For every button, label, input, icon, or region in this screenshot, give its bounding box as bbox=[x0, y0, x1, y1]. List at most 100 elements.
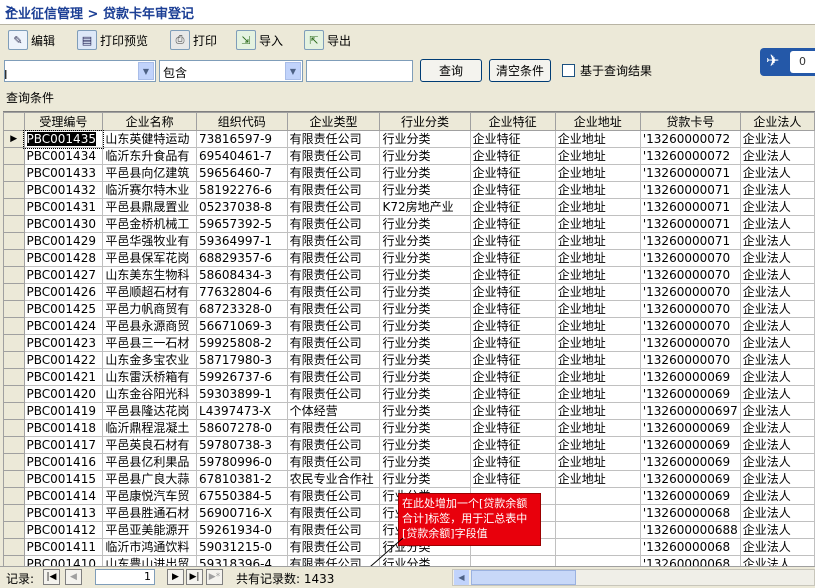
row-selector[interactable] bbox=[3, 249, 25, 267]
last-record-button[interactable]: ▶| bbox=[186, 569, 203, 585]
table-cell[interactable]: 有限责任公司 bbox=[286, 181, 381, 199]
table-cell[interactable]: 平邑县隆达花岗 bbox=[102, 402, 198, 420]
column-header[interactable]: 组织代码 bbox=[196, 112, 288, 131]
table-cell[interactable]: 山东美东生物科 bbox=[102, 266, 198, 284]
table-cell[interactable]: '13260000069 bbox=[639, 453, 741, 471]
table-cell[interactable]: 企业地址 bbox=[554, 385, 641, 403]
table-cell[interactable] bbox=[554, 538, 641, 556]
table-cell[interactable]: PBC001435 bbox=[23, 129, 104, 149]
table-cell[interactable]: 企业特征 bbox=[469, 249, 556, 267]
table-cell[interactable]: 企业地址 bbox=[554, 283, 641, 301]
table-row[interactable]: PBC001419 平邑县隆达花岗 L4397473-X 个体经营 行业分类 企业特征 企业… bbox=[3, 402, 815, 420]
export-button[interactable]: ⇱ 导出 bbox=[304, 28, 351, 52]
table-cell[interactable]: 有限责任公司 bbox=[286, 368, 381, 386]
edit-button[interactable]: ✎ 编辑 bbox=[8, 28, 55, 52]
table-cell[interactable]: 企业地址 bbox=[554, 300, 641, 318]
table-cell[interactable]: 平邑金桥机械工 bbox=[102, 215, 198, 233]
table-cell[interactable]: 平邑县保军花岗 bbox=[102, 249, 198, 267]
row-selector[interactable]: ▶ bbox=[3, 130, 25, 148]
table-row[interactable]: PBC001427 山东美东生物科 58608434-3 有限责任公司 行业分类 企业特征… bbox=[3, 266, 815, 284]
table-cell[interactable]: 企业地址 bbox=[554, 249, 641, 267]
table-row[interactable]: PBC001428 平邑县保军花岗 68829357-6 有限责任公司 行业分类 企业特征… bbox=[3, 249, 815, 267]
operator-select[interactable]: 包含 ▼ bbox=[159, 60, 303, 82]
table-cell[interactable]: 有限责任公司 bbox=[286, 215, 381, 233]
table-cell[interactable]: PBC001419 bbox=[23, 402, 104, 420]
table-cell[interactable]: '132600000688 bbox=[639, 521, 741, 539]
table-cell[interactable]: 行业分类 bbox=[379, 283, 471, 301]
table-cell[interactable]: 临沂鼎程混凝土 bbox=[102, 419, 198, 437]
table-cell[interactable]: 67550384-5 bbox=[196, 487, 288, 505]
table-row[interactable]: PBC001431 平邑县鼎晟置业 05237038-8 有限责任公司 K72房地产业企… bbox=[3, 198, 815, 216]
table-cell[interactable]: PBC001427 bbox=[23, 266, 104, 284]
table-cell[interactable]: 行业分类 bbox=[379, 351, 471, 369]
table-cell[interactable]: 58192276-6 bbox=[196, 181, 288, 199]
table-cell[interactable]: PBC001412 bbox=[23, 521, 104, 539]
table-cell[interactable]: 有限责任公司 bbox=[286, 232, 381, 250]
scrollbar-thumb[interactable] bbox=[471, 570, 576, 585]
table-cell[interactable]: 平邑亚美能源开 bbox=[102, 521, 198, 539]
table-cell[interactable]: 有限责任公司 bbox=[286, 266, 381, 284]
row-selector[interactable] bbox=[3, 402, 25, 420]
table-cell[interactable]: 企业地址 bbox=[554, 130, 641, 148]
table-cell[interactable]: 有限责任公司 bbox=[286, 436, 381, 454]
table-cell[interactable]: '13260000072 bbox=[639, 147, 741, 165]
table-cell[interactable]: '13260000071 bbox=[639, 181, 741, 199]
table-cell[interactable]: PBC001434 bbox=[23, 147, 104, 165]
table-cell[interactable]: 平邑顺超石材有 bbox=[102, 283, 198, 301]
table-cell[interactable]: 有限责任公司 bbox=[286, 487, 381, 505]
row-selector[interactable] bbox=[3, 283, 25, 301]
table-cell[interactable]: 企业地址 bbox=[554, 317, 641, 335]
table-cell[interactable]: 行业分类 bbox=[379, 419, 471, 437]
table-cell[interactable]: PBC001425 bbox=[23, 300, 104, 318]
table-cell[interactable]: PBC001421 bbox=[23, 368, 104, 386]
table-cell[interactable]: PBC001428 bbox=[23, 249, 104, 267]
table-cell[interactable]: '13260000070 bbox=[639, 334, 741, 352]
table-cell[interactable]: PBC001431 bbox=[23, 198, 104, 216]
table-cell[interactable]: 59303899-1 bbox=[196, 385, 288, 403]
table-cell[interactable]: 企业地址 bbox=[554, 453, 641, 471]
table-cell[interactable]: 行业分类 bbox=[379, 164, 471, 182]
table-cell[interactable]: 临沂赛尔特木业 bbox=[102, 181, 198, 199]
table-cell[interactable]: '13260000069 bbox=[639, 385, 741, 403]
table-cell[interactable]: 59926737-6 bbox=[196, 368, 288, 386]
table-cell[interactable]: 行业分类 bbox=[379, 300, 471, 318]
column-header[interactable]: 贷款卡号 bbox=[639, 112, 741, 131]
table-cell[interactable]: 59364997-1 bbox=[196, 232, 288, 250]
chevron-down-icon[interactable]: ▼ bbox=[138, 62, 154, 80]
table-cell[interactable]: 行业分类 bbox=[379, 334, 471, 352]
table-cell[interactable]: 企业地址 bbox=[554, 147, 641, 165]
row-selector[interactable] bbox=[3, 538, 25, 556]
table-cell[interactable]: PBC001417 bbox=[23, 436, 104, 454]
table-cell[interactable]: 企业地址 bbox=[554, 436, 641, 454]
table-cell[interactable]: 平邑县向亿建筑 bbox=[102, 164, 198, 182]
table-cell[interactable]: 山东英健特运动 bbox=[102, 130, 198, 148]
first-record-button[interactable]: |◀ bbox=[43, 569, 60, 585]
table-cell[interactable]: 行业分类 bbox=[379, 215, 471, 233]
row-selector[interactable] bbox=[3, 385, 25, 403]
column-header[interactable]: 企业类型 bbox=[286, 112, 381, 131]
table-row[interactable]: PBC001430 平邑金桥机械工 59657392-5 有限责任公司 行业分类 企业特征… bbox=[3, 215, 815, 233]
table-cell[interactable]: 有限责任公司 bbox=[286, 147, 381, 165]
table-cell[interactable]: 平邑县亿利果品 bbox=[102, 453, 198, 471]
table-cell[interactable]: 企业法人 bbox=[739, 283, 815, 301]
table-cell[interactable]: 企业地址 bbox=[554, 351, 641, 369]
table-cell[interactable]: L4397473-X bbox=[196, 402, 288, 420]
table-cell[interactable]: 行业分类 bbox=[379, 385, 471, 403]
table-cell[interactable]: '13260000070 bbox=[639, 300, 741, 318]
table-cell[interactable]: PBC001416 bbox=[23, 453, 104, 471]
table-cell[interactable]: '13260000071 bbox=[639, 232, 741, 250]
table-cell[interactable]: 企业法人 bbox=[739, 538, 815, 556]
table-cell[interactable]: 行业分类 bbox=[379, 453, 471, 471]
table-cell[interactable]: 企业法人 bbox=[739, 504, 815, 522]
table-cell[interactable]: 有限责任公司 bbox=[286, 385, 381, 403]
table-cell[interactable]: 企业法人 bbox=[739, 402, 815, 420]
chevron-down-icon[interactable]: ▼ bbox=[285, 62, 301, 80]
table-row[interactable]: PBC001418 临沂鼎程混凝土 58607278-0 有限责任公司 行业分类 企业特征… bbox=[3, 419, 815, 437]
table-cell[interactable]: 59925808-2 bbox=[196, 334, 288, 352]
table-cell[interactable]: '13260000069 bbox=[639, 368, 741, 386]
table-cell[interactable]: 平邑华强牧业有 bbox=[102, 232, 198, 250]
table-cell[interactable]: 企业特征 bbox=[469, 334, 556, 352]
table-cell[interactable]: 59780738-3 bbox=[196, 436, 288, 454]
table-cell[interactable]: '13260000071 bbox=[639, 164, 741, 182]
table-cell[interactable]: '13260000069 bbox=[639, 487, 741, 505]
